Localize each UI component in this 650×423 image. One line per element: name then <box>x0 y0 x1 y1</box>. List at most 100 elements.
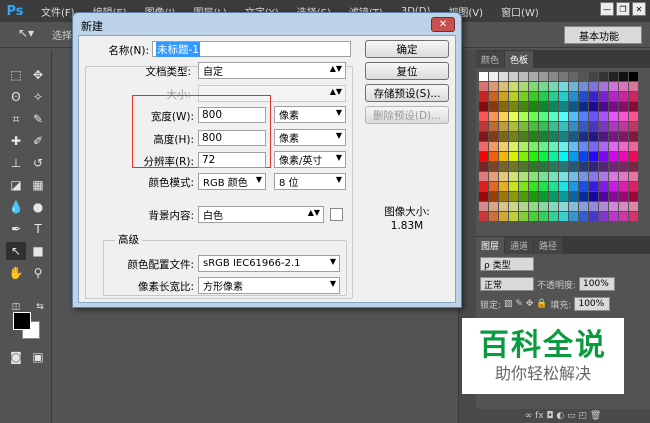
color-swatch[interactable] <box>569 202 578 211</box>
color-swatch[interactable] <box>539 152 548 161</box>
path-selection-icon[interactable]: ↖ <box>6 242 26 260</box>
color-swatch[interactable] <box>629 102 638 111</box>
color-swatch[interactable] <box>569 182 578 191</box>
tab-color[interactable]: 颜色 <box>476 51 505 68</box>
zoom-tool-icon[interactable]: ⚲ <box>28 264 48 282</box>
color-swatch[interactable] <box>489 212 498 221</box>
menu-window[interactable]: 窗口(W) <box>492 4 548 19</box>
fill-field[interactable]: 100% <box>574 297 611 311</box>
color-swatch[interactable] <box>549 142 558 151</box>
color-swatch[interactable] <box>629 182 638 191</box>
color-swatch[interactable] <box>489 132 498 141</box>
color-swatch[interactable] <box>589 182 598 191</box>
color-swatch[interactable] <box>599 92 608 101</box>
color-swatch[interactable] <box>519 192 528 201</box>
resolution-unit-select[interactable]: 像素/英寸 ▼ <box>274 151 346 168</box>
color-swatch[interactable] <box>619 192 628 201</box>
color-swatch[interactable] <box>609 82 618 91</box>
color-swatch[interactable] <box>479 122 488 131</box>
magic-wand-icon[interactable]: ✧ <box>28 88 48 106</box>
color-swatch[interactable] <box>599 202 608 211</box>
restore-button[interactable]: ❐ <box>616 2 630 16</box>
color-swatch[interactable] <box>479 162 488 171</box>
color-swatch[interactable] <box>629 142 638 151</box>
color-swatch[interactable] <box>609 212 618 221</box>
color-swatch[interactable] <box>539 92 548 101</box>
color-swatch[interactable] <box>519 182 528 191</box>
color-swatch[interactable] <box>509 162 518 171</box>
color-swatch[interactable] <box>539 142 548 151</box>
color-swatch[interactable] <box>619 152 628 161</box>
color-swatch[interactable] <box>489 192 498 201</box>
color-swatch[interactable] <box>619 212 628 221</box>
resolution-field[interactable]: 72 <box>198 152 266 168</box>
color-swatch[interactable] <box>609 162 618 171</box>
color-swatch[interactable] <box>489 152 498 161</box>
color-swatch[interactable] <box>559 152 568 161</box>
color-swatch[interactable] <box>559 122 568 131</box>
color-swatch[interactable] <box>549 152 558 161</box>
color-swatch[interactable] <box>599 82 608 91</box>
color-swatch[interactable] <box>589 212 598 221</box>
color-swatch[interactable] <box>599 132 608 141</box>
color-swatch[interactable] <box>529 122 538 131</box>
color-swatch[interactable] <box>569 192 578 201</box>
color-swatch[interactable] <box>579 112 588 121</box>
color-swatch[interactable] <box>619 102 628 111</box>
color-swatch[interactable] <box>589 152 598 161</box>
hand-tool-icon[interactable]: ✋ <box>6 264 26 282</box>
eyedropper-icon[interactable]: ✎ <box>28 110 48 128</box>
color-swatch[interactable] <box>609 142 618 151</box>
color-swatch[interactable] <box>589 102 598 111</box>
color-swatch[interactable] <box>559 112 568 121</box>
color-swatch[interactable] <box>539 112 548 121</box>
color-swatch[interactable] <box>569 152 578 161</box>
color-swatch[interactable] <box>559 82 568 91</box>
color-swatch[interactable] <box>599 152 608 161</box>
clone-stamp-icon[interactable]: ⊥ <box>6 154 26 172</box>
color-swatch[interactable] <box>509 202 518 211</box>
color-swatch[interactable] <box>579 122 588 131</box>
color-swatch[interactable] <box>589 92 598 101</box>
color-swatch[interactable] <box>539 82 548 91</box>
color-swatch[interactable] <box>599 162 608 171</box>
color-swatch[interactable] <box>519 142 528 151</box>
color-swatch[interactable] <box>559 102 568 111</box>
color-swatch[interactable] <box>569 82 578 91</box>
color-swatch[interactable] <box>529 142 538 151</box>
color-swatch[interactable] <box>559 142 568 151</box>
layer-filter-select[interactable]: ρ 类型 <box>480 257 534 271</box>
color-swatch[interactable] <box>479 112 488 121</box>
width-unit-select[interactable]: 像素 ▼ <box>274 106 346 123</box>
reset-button[interactable]: 复位 <box>365 62 449 80</box>
color-swatch[interactable] <box>579 142 588 151</box>
color-swatch[interactable] <box>529 202 538 211</box>
color-swatch[interactable] <box>619 132 628 141</box>
pen-tool-icon[interactable]: ✒ <box>6 220 26 238</box>
color-swatch[interactable] <box>629 202 638 211</box>
opacity-field[interactable]: 100% <box>579 277 616 291</box>
color-swatch[interactable] <box>609 122 618 131</box>
color-swatch[interactable] <box>609 72 618 81</box>
type-tool-icon[interactable]: T <box>28 220 48 238</box>
marquee-tool-icon[interactable]: ⬚ <box>6 66 26 84</box>
color-swatch[interactable] <box>629 112 638 121</box>
color-swatch[interactable] <box>569 112 578 121</box>
name-field[interactable]: 未标题-1 <box>152 41 351 57</box>
color-swatch[interactable] <box>629 152 638 161</box>
color-swatch[interactable] <box>509 212 518 221</box>
color-swatch[interactable] <box>529 102 538 111</box>
color-swatch[interactable] <box>529 152 538 161</box>
color-swatch[interactable] <box>519 162 528 171</box>
minimize-button[interactable]: — <box>600 2 614 16</box>
color-swatch[interactable] <box>569 122 578 131</box>
color-swatch[interactable] <box>499 152 508 161</box>
color-swatch[interactable] <box>589 172 598 181</box>
save-preset-button[interactable]: 存储预设(S)... <box>365 84 449 102</box>
color-swatch[interactable] <box>539 162 548 171</box>
color-swatch[interactable] <box>519 212 528 221</box>
default-colors-icon[interactable]: ◫ <box>6 298 26 316</box>
layers-footer-icons[interactable]: ∞ fx ◘ ◐ ▭ ◰ 🗑 <box>476 409 650 423</box>
color-swatch[interactable] <box>529 172 538 181</box>
color-swatch[interactable] <box>519 132 528 141</box>
